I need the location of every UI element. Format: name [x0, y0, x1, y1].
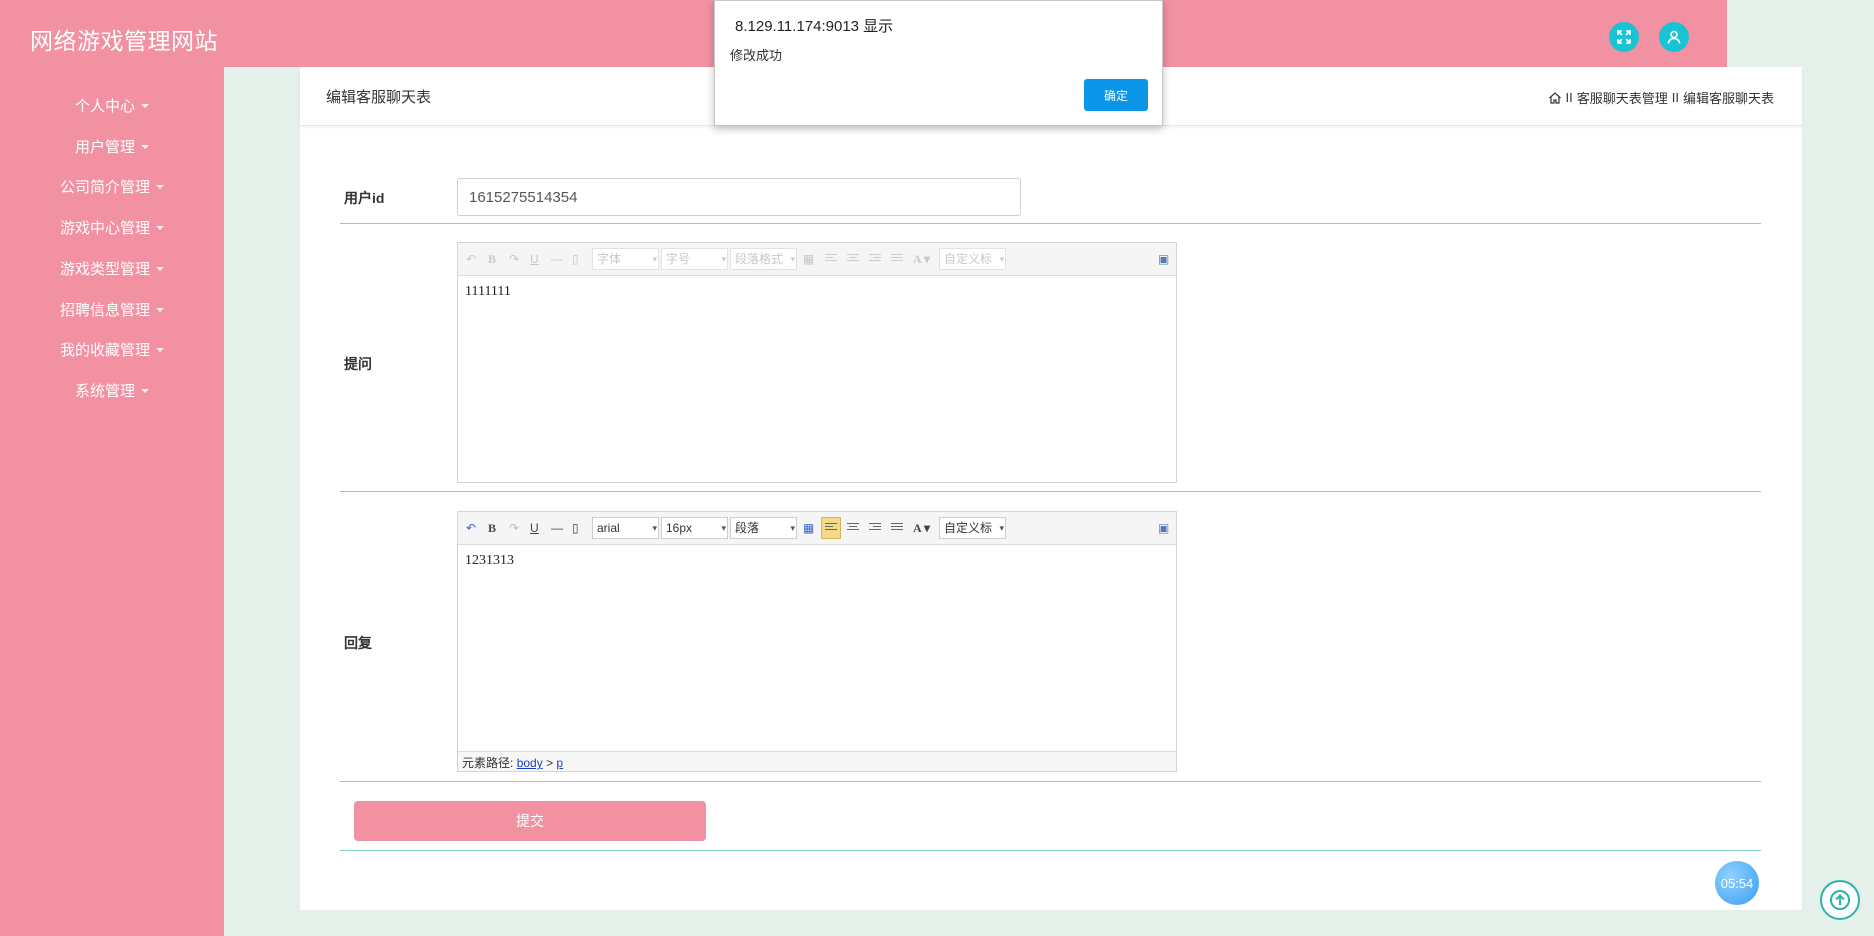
- userid-input[interactable]: [457, 178, 1021, 216]
- align-center-icon[interactable]: [847, 254, 859, 264]
- font-family-select[interactable]: 字体: [592, 248, 659, 270]
- caret-down-icon: [156, 267, 164, 271]
- caret-down-icon: [156, 185, 164, 189]
- sidebar-item-system[interactable]: 系统管理: [0, 370, 224, 410]
- font-size-select[interactable]: 16px: [661, 517, 728, 539]
- undo-icon[interactable]: ↶: [466, 521, 476, 535]
- custom-title-select[interactable]: 自定义标: [939, 248, 1006, 270]
- dialog-title: 8.129.11.174:9013 显示: [735, 18, 894, 35]
- bold-icon[interactable]: B: [488, 252, 496, 266]
- fullscreen-icon: [1617, 30, 1631, 44]
- sidebar-item-label: 游戏中心管理: [59, 219, 150, 237]
- align-right-icon[interactable]: [869, 254, 881, 264]
- horizontal-rule-icon[interactable]: —: [551, 252, 563, 266]
- font-size-select[interactable]: 字号: [661, 248, 728, 270]
- caret-down-icon: [156, 348, 164, 352]
- reply-editor-content[interactable]: 1231313: [458, 545, 1176, 577]
- row-divider: [340, 491, 1761, 492]
- align-right-icon[interactable]: [869, 523, 881, 533]
- alert-dialog: 8.129.11.174:9013 显示 修改成功 确定: [714, 0, 1163, 126]
- question-label: 提问: [344, 356, 372, 372]
- element-path-p[interactable]: p: [556, 756, 563, 770]
- font-family-select[interactable]: arial: [592, 517, 659, 539]
- reply-label: 回复: [344, 635, 372, 651]
- element-path-prefix: 元素路径:: [462, 756, 514, 770]
- arrow-up-icon: [1830, 890, 1850, 910]
- dialog-message: 修改成功: [730, 48, 783, 63]
- fullscreen-button[interactable]: [1609, 22, 1639, 52]
- table-icon[interactable]: ▦: [803, 252, 814, 266]
- align-justify-icon[interactable]: [891, 254, 903, 264]
- sidebar-item-label: 用户管理: [74, 138, 135, 156]
- undo-icon[interactable]: ↶: [466, 252, 476, 266]
- user-button[interactable]: [1659, 22, 1689, 52]
- back-to-top-button[interactable]: [1820, 880, 1860, 920]
- question-editor-content[interactable]: 1111111: [458, 276, 1176, 308]
- font-color-icon[interactable]: A ▾: [913, 252, 930, 266]
- breadcrumb-level2: 编辑客服聊天表: [1682, 91, 1774, 106]
- breadcrumb: II 客服聊天表管理 II 编辑客服聊天表: [1548, 88, 1774, 107]
- sidebar-item-label: 系统管理: [74, 382, 135, 400]
- caret-down-icon: [141, 389, 149, 393]
- page-title: 编辑客服聊天表: [326, 89, 432, 106]
- editor-toolbar: ↶ B ↷ U — ▯ arial 16px 段落 ▦ A ▾ 自定义标 ▣: [458, 512, 1176, 545]
- caret-down-icon: [141, 145, 149, 149]
- breadcrumb-separator: II: [1671, 90, 1679, 105]
- sidebar-item-label: 公司简介管理: [59, 178, 150, 196]
- horizontal-rule-icon[interactable]: —: [551, 521, 563, 535]
- editor-element-path: 元素路径: body > p: [458, 751, 1176, 771]
- user-icon: [1667, 30, 1681, 44]
- clock-badge: 05:54: [1715, 861, 1759, 905]
- row-divider: [340, 223, 1761, 224]
- align-left-icon[interactable]: [825, 523, 837, 533]
- sidebar-item-game-type[interactable]: 游戏类型管理: [0, 248, 224, 288]
- question-editor[interactable]: ↶ B ↷ U — ▯ 字体 字号 段落格式 ▦ A ▾ 自定义标 ▣ 1111…: [457, 242, 1177, 483]
- page-icon[interactable]: ▯: [572, 252, 579, 266]
- submit-button[interactable]: 提交: [354, 801, 706, 841]
- paragraph-select[interactable]: 段落格式: [730, 248, 797, 270]
- sidebar-item-favorites[interactable]: 我的收藏管理: [0, 329, 224, 369]
- align-center-icon[interactable]: [847, 523, 859, 533]
- caret-down-icon: [141, 104, 149, 108]
- paragraph-select[interactable]: 段落: [730, 517, 797, 539]
- site-title: 网络游戏管理网站: [30, 28, 218, 54]
- sidebar-item-label: 招聘信息管理: [59, 301, 150, 319]
- align-justify-icon[interactable]: [891, 523, 903, 533]
- caret-down-icon: [156, 308, 164, 312]
- underline-icon[interactable]: U: [530, 252, 539, 266]
- redo-icon[interactable]: ↷: [509, 521, 519, 535]
- sidebar: 个人中心 用户管理 公司简介管理 游戏中心管理 游戏类型管理 招聘信息管理 我的…: [0, 67, 224, 936]
- page-icon[interactable]: ▯: [572, 521, 579, 535]
- font-color-icon[interactable]: A ▾: [913, 521, 930, 535]
- sidebar-item-label: 游戏类型管理: [59, 260, 150, 278]
- sidebar-item-recruitment[interactable]: 招聘信息管理: [0, 289, 224, 329]
- editor-toolbar: ↶ B ↷ U — ▯ 字体 字号 段落格式 ▦ A ▾ 自定义标 ▣: [458, 243, 1176, 276]
- underline-icon[interactable]: U: [530, 521, 539, 535]
- sidebar-item-company-intro[interactable]: 公司简介管理: [0, 166, 224, 206]
- caret-down-icon: [156, 226, 164, 230]
- custom-title-select[interactable]: 自定义标: [939, 517, 1006, 539]
- table-icon[interactable]: ▦: [803, 521, 814, 535]
- element-path-separator: >: [546, 756, 554, 770]
- redo-icon[interactable]: ↷: [509, 252, 519, 266]
- source-view-icon[interactable]: ▣: [1158, 521, 1169, 535]
- row-divider: [340, 850, 1761, 851]
- sidebar-item-game-center[interactable]: 游戏中心管理: [0, 207, 224, 247]
- source-view-icon[interactable]: ▣: [1158, 252, 1169, 266]
- bold-icon[interactable]: B: [488, 521, 496, 535]
- sidebar-item-label: 个人中心: [74, 97, 135, 115]
- sidebar-item-label: 我的收藏管理: [59, 341, 150, 359]
- row-divider: [340, 781, 1761, 782]
- home-icon[interactable]: [1548, 91, 1562, 105]
- element-path-body[interactable]: body: [517, 756, 543, 770]
- breadcrumb-level1[interactable]: 客服聊天表管理: [1577, 88, 1668, 107]
- align-left-icon[interactable]: [825, 254, 837, 264]
- sidebar-item-personal-center[interactable]: 个人中心: [0, 85, 224, 125]
- userid-label: 用户id: [344, 190, 385, 206]
- reply-editor[interactable]: ↶ B ↷ U — ▯ arial 16px 段落 ▦ A ▾ 自定义标 ▣ 1…: [457, 511, 1177, 772]
- dialog-ok-button[interactable]: 确定: [1084, 79, 1148, 111]
- breadcrumb-separator: II: [1565, 90, 1573, 105]
- sidebar-item-user-management[interactable]: 用户管理: [0, 126, 224, 166]
